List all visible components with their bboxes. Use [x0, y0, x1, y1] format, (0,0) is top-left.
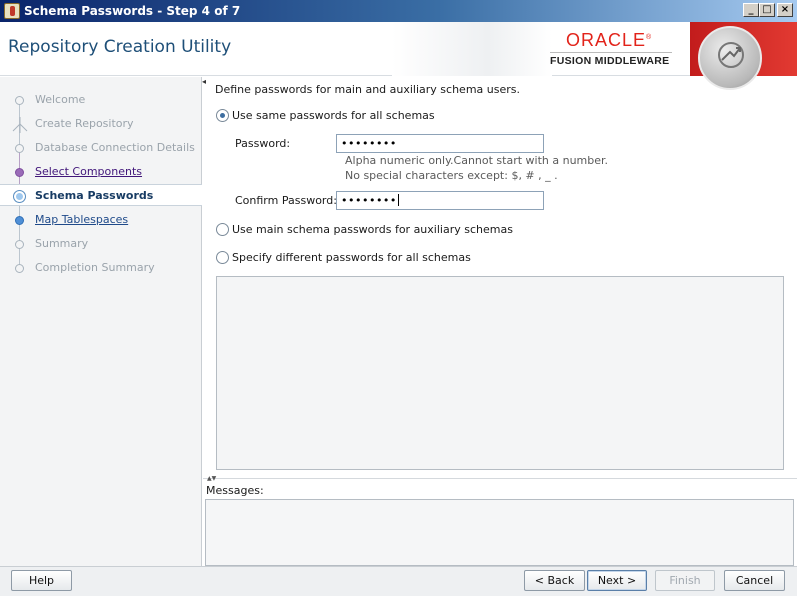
- fusion-middleware-label: FUSION MIDDLEWARE: [550, 55, 670, 67]
- nav-step-summary: Summary: [0, 233, 202, 255]
- password-hint-line2: No special characters except: $, # , _ .: [345, 169, 558, 182]
- wizard-footer: Help < Back Next > Finish Cancel: [0, 566, 797, 596]
- nav-step-select-components[interactable]: Select Components: [0, 161, 202, 183]
- next-button[interactable]: Next >: [587, 570, 647, 591]
- radio-button[interactable]: [216, 223, 229, 236]
- nav-step-map-tablespaces[interactable]: Map Tablespaces: [0, 209, 202, 231]
- step-marker-icon: [15, 144, 24, 153]
- app-title: Repository Creation Utility: [8, 37, 232, 57]
- messages-label: Messages:: [206, 484, 264, 497]
- confirm-password-label: Confirm Password:: [235, 194, 337, 207]
- app-header: Repository Creation Utility ORACLE® FUSI…: [0, 22, 797, 90]
- step-marker-icon: [15, 240, 24, 249]
- splitter-arrows-icon[interactable]: ▲▼: [207, 475, 216, 482]
- maximize-button[interactable]: □: [759, 3, 775, 17]
- radio-button-selected[interactable]: [216, 109, 229, 122]
- schema-detail-panel: [216, 276, 784, 470]
- nav-step-database-connection: Database Connection Details: [0, 137, 202, 159]
- nav-step-schema-passwords: Schema Passwords: [0, 184, 202, 206]
- radio-same-passwords[interactable]: Use same passwords for all schemas: [216, 108, 436, 124]
- oracle-logo: ORACLE®: [566, 30, 653, 50]
- step-current-icon: [13, 190, 26, 203]
- branch-step-icon: [12, 117, 28, 133]
- messages-splitter[interactable]: [203, 478, 797, 482]
- instructions-text: Define passwords for main and auxiliary …: [215, 83, 520, 96]
- password-label: Password:: [235, 137, 291, 150]
- wizard-step-navigation: Welcome Create Repository Database Conne…: [0, 77, 202, 566]
- step-next-icon: [15, 216, 24, 225]
- header-decoration: [392, 22, 552, 76]
- finish-button[interactable]: Finish: [655, 570, 715, 591]
- radio-different-passwords[interactable]: Specify different passwords for all sche…: [216, 250, 471, 266]
- java-app-icon: [4, 3, 20, 19]
- confirm-password-input[interactable]: ••••••••: [336, 191, 544, 210]
- step-marker-icon: [15, 264, 24, 273]
- step-marker-icon: [15, 96, 24, 105]
- window-title: Schema Passwords - Step 4 of 7: [24, 4, 241, 18]
- help-button[interactable]: Help: [11, 570, 72, 591]
- password-input[interactable]: ••••••••: [336, 134, 544, 153]
- nav-step-welcome: Welcome: [0, 89, 202, 111]
- minimize-button[interactable]: _: [743, 3, 759, 17]
- logo-divider: [550, 52, 672, 53]
- nav-step-create-repository: Create Repository: [0, 113, 202, 135]
- back-button[interactable]: < Back: [524, 570, 585, 591]
- radio-main-for-auxiliary[interactable]: Use main schema passwords for auxiliary …: [216, 222, 513, 238]
- nav-step-completion-summary: Completion Summary: [0, 257, 202, 279]
- password-hint-line1: Alpha numeric only.Cannot start with a n…: [345, 154, 609, 167]
- radio-button[interactable]: [216, 251, 229, 264]
- close-button[interactable]: ×: [777, 3, 793, 17]
- cancel-button[interactable]: Cancel: [724, 570, 785, 591]
- window-title-bar[interactable]: Schema Passwords - Step 4 of 7 _ □ ×: [0, 0, 797, 22]
- step-visited-icon: [15, 168, 24, 177]
- messages-area: [205, 499, 794, 566]
- schema-passwords-panel: Define passwords for main and auxiliary …: [206, 77, 797, 477]
